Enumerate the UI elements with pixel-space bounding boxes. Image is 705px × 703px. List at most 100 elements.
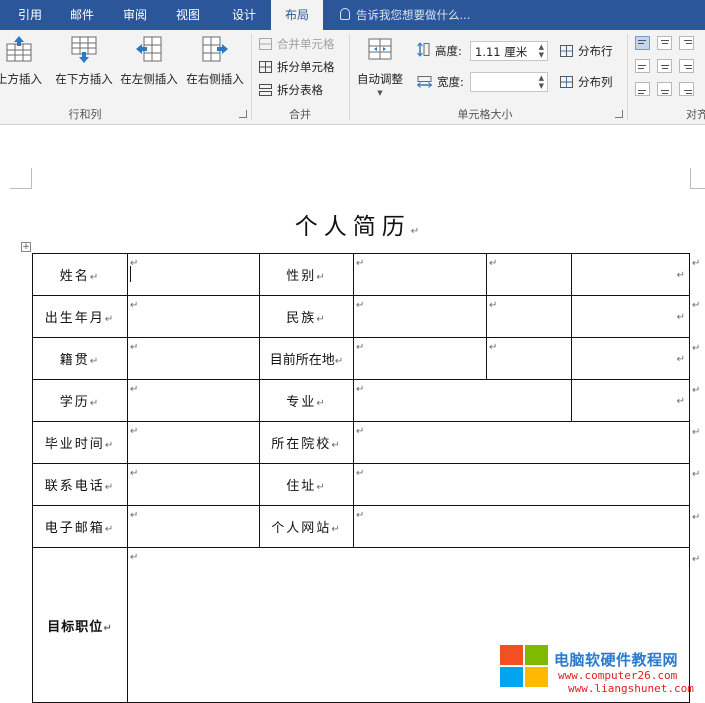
distribute-rows-button[interactable]: 分布行 bbox=[560, 41, 613, 61]
tab-view[interactable]: 视图 bbox=[166, 0, 210, 30]
distribute-cols-button[interactable]: 分布列 bbox=[560, 72, 613, 92]
insert-right-button[interactable]: 在右侧插入 bbox=[183, 34, 247, 87]
table-cell-label[interactable]: 专业↵ bbox=[259, 379, 354, 422]
split-cells-button[interactable]: 拆分单元格 bbox=[259, 57, 335, 77]
document-title-text: 个人简历 bbox=[294, 214, 411, 240]
align-bottom-center-button[interactable] bbox=[657, 82, 672, 96]
align-top-right-button[interactable] bbox=[679, 36, 694, 50]
table-cell-value[interactable]: ↵ bbox=[486, 295, 572, 338]
autofit-button[interactable]: 自动调整 ▼ bbox=[352, 34, 408, 97]
row-height-input[interactable]: 1.11 厘米 ▲ ▼ bbox=[470, 41, 548, 61]
spinner-arrows-icon[interactable]: ▲ ▼ bbox=[539, 43, 544, 59]
table-cell-label[interactable]: 所在院校↵ bbox=[259, 421, 354, 464]
insert-left-button[interactable]: 在左侧插入 bbox=[117, 34, 181, 87]
table-row: 籍贯↵ ↵ 目前所在地↵ ↵ ↵ ↵ bbox=[32, 337, 690, 380]
resume-table: 姓名↵ ↵ 性别↵ ↵ ↵ ↵ 出生年月↵ ↵ 民族↵ ↵ ↵ ↵ 籍贯↵ ↵ … bbox=[32, 253, 690, 703]
ribbon-tab-bar: 引用 邮件 审阅 视图 设计 布局 告诉我您想要做什么... bbox=[0, 0, 705, 30]
table-cell-label[interactable]: 目标职位↵ bbox=[32, 547, 128, 703]
distribute-rows-label: 分布行 bbox=[578, 44, 613, 58]
table-cell-label[interactable]: 性别↵ bbox=[259, 253, 354, 296]
rows-cols-launcher-icon[interactable] bbox=[239, 110, 247, 118]
table-cell-label[interactable]: 毕业时间↵ bbox=[32, 421, 128, 464]
table-cell-value[interactable]: ↵ bbox=[127, 253, 260, 296]
row-height-value: 1.11 厘米 bbox=[475, 45, 528, 59]
insert-left-label: 在左侧插入 bbox=[120, 72, 178, 86]
tab-layout[interactable]: 布局 bbox=[271, 0, 323, 30]
table-cell-value[interactable]: ↵ bbox=[353, 421, 690, 464]
table-cell-photo[interactable]: ↵ bbox=[571, 379, 690, 422]
table-cell-label[interactable]: 个人网站↵ bbox=[259, 505, 354, 548]
table-cell-value[interactable]: ↵ bbox=[127, 379, 260, 422]
distribute-rows-icon bbox=[560, 45, 573, 57]
table-cell-value[interactable]: ↵ bbox=[353, 463, 690, 506]
table-cell-photo[interactable]: ↵ bbox=[571, 295, 690, 338]
tell-me-box[interactable]: 告诉我您想要做什么... bbox=[340, 0, 470, 30]
table-cell-value[interactable]: ↵ bbox=[353, 505, 690, 548]
align-bottom-left-button[interactable] bbox=[635, 82, 650, 96]
row-end-mark: ↵ bbox=[692, 554, 701, 565]
distribute-cols-label: 分布列 bbox=[578, 75, 613, 89]
split-table-button[interactable]: 拆分表格 bbox=[259, 80, 323, 100]
table-cell-photo[interactable]: ↵ bbox=[571, 337, 690, 380]
table-cell-value[interactable]: ↵ bbox=[127, 337, 260, 380]
group-divider bbox=[349, 34, 350, 120]
table-cell-value[interactable]: ↵ bbox=[486, 337, 572, 380]
insert-below-button[interactable]: 在下方插入 bbox=[52, 34, 116, 87]
merge-cells-button[interactable]: 合并单元格 bbox=[259, 34, 335, 54]
watermark-url-2: www.liangshunet.com bbox=[568, 682, 694, 695]
table-cell-value[interactable]: ↵ bbox=[127, 505, 260, 548]
autofit-label: 自动调整 bbox=[357, 72, 403, 86]
page-corner-mark bbox=[10, 168, 32, 189]
row-end-mark: ↵ bbox=[692, 343, 701, 354]
align-middle-center-button[interactable] bbox=[657, 59, 672, 73]
table-cell-label[interactable]: 住址↵ bbox=[259, 463, 354, 506]
table-cell-value[interactable]: ↵ bbox=[353, 253, 487, 296]
row-end-mark: ↵ bbox=[692, 469, 701, 480]
row-end-mark: ↵ bbox=[692, 258, 701, 269]
group-label-rows-cols: 行和列 bbox=[68, 108, 102, 121]
watermark-url-1: www.computer26.com bbox=[558, 669, 678, 682]
row-height-icon bbox=[417, 42, 430, 57]
table-cell-value[interactable]: ↵ bbox=[127, 421, 260, 464]
insert-above-button[interactable]: 上方插入 bbox=[0, 34, 52, 87]
split-table-label: 拆分表格 bbox=[277, 83, 323, 97]
table-cell-value[interactable]: ↵ bbox=[127, 295, 260, 338]
table-cell-label[interactable]: 姓名↵ bbox=[32, 253, 128, 296]
windows-logo-icon bbox=[500, 645, 550, 689]
cell-size-launcher-icon[interactable] bbox=[615, 110, 623, 118]
autofit-dropdown-icon: ▼ bbox=[377, 89, 383, 97]
table-cell-label[interactable]: 民族↵ bbox=[259, 295, 354, 338]
table-cell-value[interactable]: ↵ bbox=[486, 253, 572, 296]
ribbon-body: 上方插入 在下方插入 在左侧插入 在右侧插入 行和列 合并单元格 拆分单元格 拆… bbox=[0, 30, 705, 125]
row-end-mark: ↵ bbox=[692, 385, 701, 396]
table-cell-value[interactable]: ↵ bbox=[127, 463, 260, 506]
align-top-left-button[interactable] bbox=[635, 36, 650, 50]
tab-review[interactable]: 审阅 bbox=[113, 0, 157, 30]
tab-mailings[interactable]: 邮件 bbox=[60, 0, 104, 30]
tab-design[interactable]: 设计 bbox=[222, 0, 266, 30]
table-cell-label[interactable]: 籍贯↵ bbox=[32, 337, 128, 380]
watermark-site-name: 电脑软硬件教程网 bbox=[554, 651, 679, 669]
align-bottom-right-button[interactable] bbox=[679, 82, 694, 96]
group-label-merge: 合并 bbox=[289, 108, 311, 121]
table-cell-value[interactable]: ↵ bbox=[353, 379, 572, 422]
table-cell-value[interactable]: ↵ bbox=[353, 337, 487, 380]
text-cursor bbox=[130, 266, 131, 282]
tab-references[interactable]: 引用 bbox=[8, 0, 52, 30]
align-middle-left-button[interactable] bbox=[635, 59, 650, 73]
table-move-handle-icon[interactable]: + bbox=[21, 242, 31, 252]
height-label-text: 高度: bbox=[435, 44, 462, 58]
document-title[interactable]: 个人简历↵ bbox=[250, 207, 470, 241]
column-width-input[interactable]: ▲ ▼ bbox=[470, 72, 548, 92]
table-cell-label[interactable]: 出生年月↵ bbox=[32, 295, 128, 338]
table-cell-label[interactable]: 电子邮箱↵ bbox=[32, 505, 128, 548]
align-middle-right-button[interactable] bbox=[679, 59, 694, 73]
table-cell-label[interactable]: 目前所在地↵ bbox=[259, 337, 354, 380]
spinner-arrows-icon[interactable]: ▲ ▼ bbox=[539, 74, 544, 90]
group-divider bbox=[251, 34, 252, 120]
table-cell-photo[interactable]: ↵ bbox=[571, 253, 690, 296]
table-cell-label[interactable]: 学历↵ bbox=[32, 379, 128, 422]
table-cell-label[interactable]: 联系电话↵ bbox=[32, 463, 128, 506]
table-cell-value[interactable]: ↵ bbox=[353, 295, 487, 338]
align-top-center-button[interactable] bbox=[657, 36, 672, 50]
